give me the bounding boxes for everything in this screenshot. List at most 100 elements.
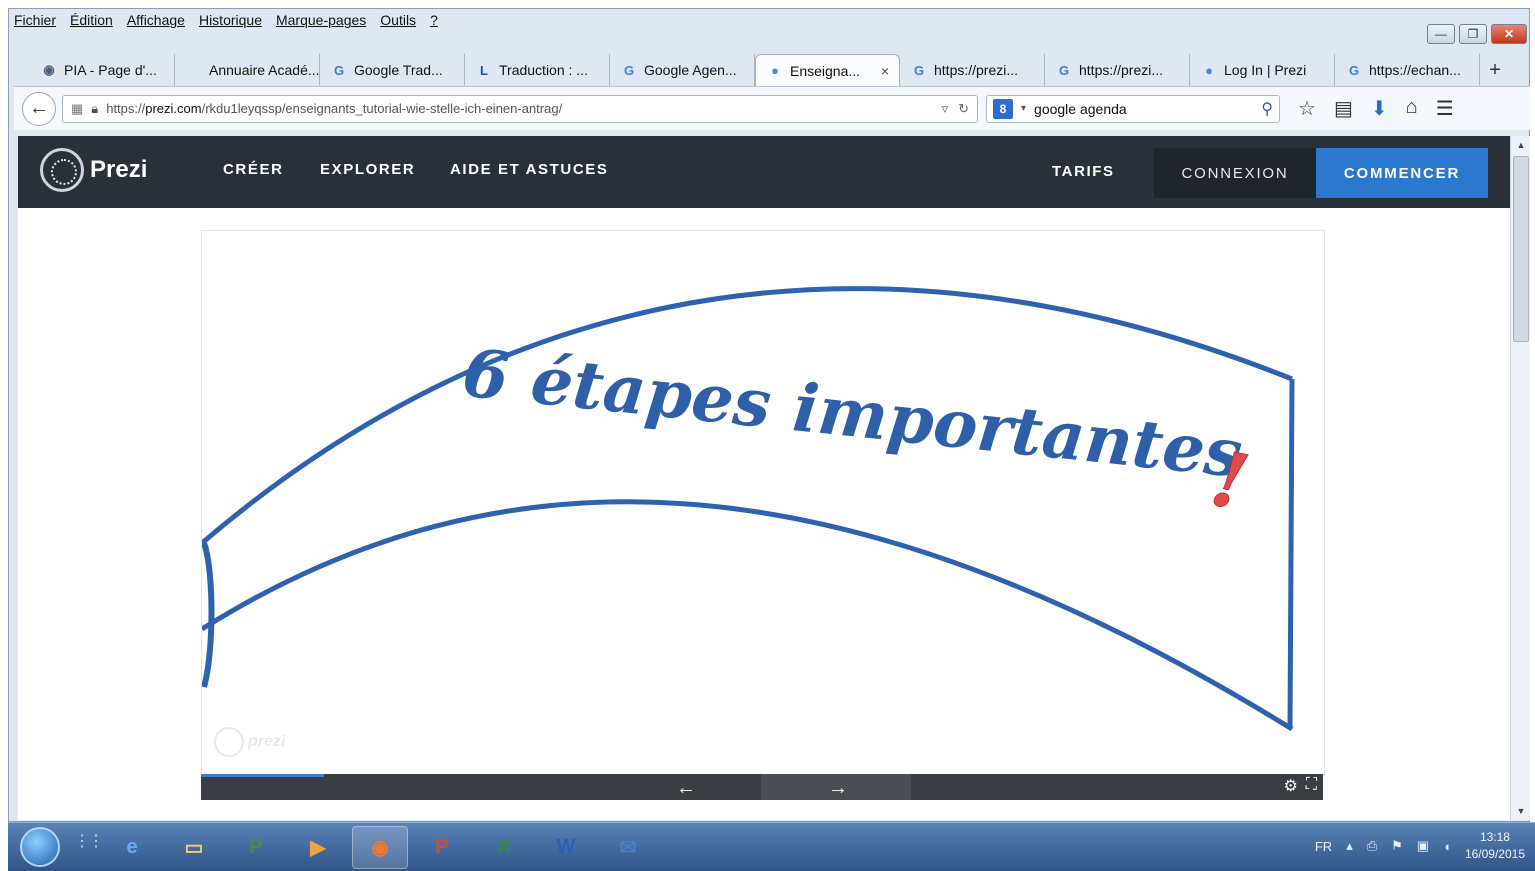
- tab-label: PIA - Page d'...: [64, 62, 157, 78]
- url-path: /rkdu1leyqssp/enseignants_tutorial-wie-s…: [201, 101, 563, 116]
- taskbar-word-icon[interactable]: W: [538, 826, 594, 869]
- tab-label: Log In | Prezi: [1224, 62, 1307, 78]
- presentation-controls: ← → ⚙ ⛶: [201, 774, 1323, 800]
- printer-icon[interactable]: ⎙: [1367, 838, 1377, 854]
- window-controls: — ❐ ✕: [1427, 24, 1527, 44]
- taskbar-project-icon[interactable]: P: [228, 826, 284, 869]
- search-icon[interactable]: ⚲: [1261, 99, 1273, 119]
- nav-aide[interactable]: AIDE ET ASTUCES: [450, 161, 608, 178]
- google-icon: G: [623, 62, 635, 78]
- presentation-progress: [201, 774, 325, 777]
- home-icon[interactable]: ⌂: [1406, 96, 1418, 121]
- menu-bar: Fichier Édition Affichage Historique Mar…: [14, 12, 438, 34]
- tab-8[interactable]: ● Log In | Prezi: [1190, 54, 1335, 86]
- search-engine-dropdown-icon[interactable]: ▾: [1021, 103, 1026, 114]
- system-tray: FR ▴ ⎙ ⚑ ▣ ◖ 13:18 16/09/2015: [1315, 829, 1525, 863]
- tab-9[interactable]: Ghttps://echan...: [1335, 54, 1480, 86]
- prezi-logo-icon: [40, 148, 84, 192]
- menu-affichage[interactable]: Affichage: [127, 12, 185, 34]
- navigation-bar: ← ▦ 🔒︎ https://prezi.com/rkdu1leyqssp/en…: [14, 86, 1530, 130]
- scroll-up-arrow-icon[interactable]: ▲: [1511, 136, 1531, 154]
- scroll-down-arrow-icon[interactable]: ▼: [1511, 802, 1531, 820]
- prezi-logo[interactable]: Prezi: [40, 148, 147, 192]
- close-tab-icon[interactable]: ×: [881, 63, 889, 79]
- menu-hamburger-icon[interactable]: ☰: [1436, 96, 1454, 121]
- nav-creer[interactable]: CRÉER: [223, 161, 284, 178]
- previous-step-button[interactable]: ←: [669, 776, 703, 800]
- bookmarks-list-icon[interactable]: ▤: [1334, 96, 1353, 121]
- menu-edition[interactable]: Édition: [70, 12, 113, 34]
- logo-text: Prezi: [90, 156, 148, 183]
- clock[interactable]: 13:18 16/09/2015: [1465, 829, 1525, 863]
- taskbar-excel-icon[interactable]: X: [476, 826, 532, 869]
- banner-left-fold: [202, 541, 215, 688]
- clock-date: 16/09/2015: [1464, 847, 1525, 861]
- site-header: Prezi CRÉER EXPLORER AIDE ET ASTUCES TAR…: [18, 136, 1510, 208]
- tab-7[interactable]: Ghttps://prezi...: [1045, 54, 1190, 86]
- flag-icon[interactable]: ⚑: [1391, 838, 1403, 854]
- banner-right-edge: [1287, 378, 1295, 730]
- letter-l-icon: L: [480, 62, 488, 78]
- tab-0[interactable]: ◉ PIA - Page d'...: [30, 54, 175, 86]
- tab-5[interactable]: ● Enseigna... ×: [755, 54, 900, 86]
- network-icon[interactable]: ▣: [1417, 838, 1429, 854]
- menu-outils[interactable]: Outils: [380, 12, 416, 34]
- restore-button[interactable]: ❐: [1459, 24, 1487, 44]
- tab-3[interactable]: L Traduction : ...: [465, 54, 610, 86]
- back-button[interactable]: ←: [22, 91, 56, 126]
- tab-2[interactable]: G Google Trad...: [320, 54, 465, 86]
- commencer-button[interactable]: COMMENCER: [1316, 148, 1488, 198]
- language-indicator[interactable]: FR: [1315, 839, 1332, 854]
- taskbar-firefox-icon[interactable]: ◉: [352, 826, 408, 869]
- tray-expand-icon[interactable]: ▴: [1346, 838, 1353, 854]
- tab-label: Google Trad...: [354, 62, 443, 78]
- google-icon: G: [1058, 62, 1070, 78]
- scroll-thumb[interactable]: [1513, 156, 1529, 342]
- menu-marque-pages[interactable]: Marque-pages: [276, 12, 366, 34]
- close-window-button[interactable]: ✕: [1491, 24, 1527, 44]
- banner-bottom-curve: [202, 499, 1294, 732]
- volume-icon[interactable]: ◖: [1443, 839, 1451, 854]
- reload-icon[interactable]: ↻: [958, 101, 969, 117]
- search-input[interactable]: google agenda: [1034, 101, 1127, 117]
- tab-4[interactable]: G Google Agen...: [610, 54, 755, 86]
- url-dropdown-icon[interactable]: ▿: [942, 101, 949, 117]
- banner-graphic: 6 étapes importantes !: [202, 286, 1295, 732]
- taskbar-media-icon[interactable]: ▶: [290, 826, 346, 869]
- taskbar-grip-icon: ⋮⋮: [74, 833, 104, 850]
- tab-label: Google Agen...: [644, 62, 737, 78]
- tab-6[interactable]: Ghttps://prezi...: [900, 54, 1045, 86]
- taskbar-powerpoint-icon[interactable]: P: [414, 826, 470, 869]
- google-icon: G: [1348, 62, 1360, 78]
- tab-label: Annuaire Acadé...: [209, 62, 320, 78]
- taskbar-thunderbird-icon[interactable]: ✉: [600, 826, 656, 869]
- menu-historique[interactable]: Historique: [199, 12, 262, 34]
- taskbar-ie-icon[interactable]: e: [104, 826, 160, 869]
- tab-1[interactable]: Annuaire Acadé...: [175, 54, 320, 86]
- bookmark-star-icon[interactable]: ☆: [1298, 96, 1316, 121]
- download-icon[interactable]: ⬇: [1371, 96, 1388, 121]
- vertical-scrollbar[interactable]: ▲ ▼: [1510, 136, 1530, 820]
- menu-fichier[interactable]: Fichier: [14, 12, 56, 34]
- google-icon: G: [913, 62, 925, 78]
- new-tab-button[interactable]: +: [1480, 54, 1510, 86]
- windows-taskbar: ⋮⋮ e ▭ P ▶ ◉ P X W ✉ FR ▴ ⎙ ⚑ ▣ ◖ 13:18 16/09/20…: [8, 822, 1535, 871]
- minimize-button[interactable]: —: [1427, 24, 1455, 44]
- nav-tarifs[interactable]: TARIFS: [1052, 163, 1115, 180]
- settings-gear-icon[interactable]: ⚙: [1283, 776, 1297, 796]
- tab-label: Enseigna...: [790, 62, 861, 79]
- search-engine-icon[interactable]: 8: [993, 98, 1013, 119]
- taskbar-explorer-icon[interactable]: ▭: [166, 826, 222, 869]
- menu-help[interactable]: ?: [430, 12, 438, 34]
- next-step-button[interactable]: →: [821, 776, 855, 800]
- tab-bar: ◉ PIA - Page d'... Annuaire Acadé... G Googl…: [30, 52, 1510, 86]
- start-button[interactable]: [20, 827, 60, 867]
- nav-explorer[interactable]: EXPLORER: [320, 161, 415, 178]
- translate-icon: G: [333, 62, 345, 78]
- fullscreen-icon[interactable]: ⛶: [1306, 776, 1317, 796]
- tab-label: Traduction : ...: [499, 62, 588, 78]
- connexion-button[interactable]: CONNEXION: [1154, 148, 1316, 198]
- address-bar[interactable]: ▦ 🔒︎ https://prezi.com/rkdu1leyqssp/ense…: [62, 94, 978, 123]
- search-bar[interactable]: 8 ▾ google agenda ⚲: [986, 94, 1280, 123]
- prezi-slide[interactable]: 6 étapes importantes ! prezi: [201, 230, 1325, 776]
